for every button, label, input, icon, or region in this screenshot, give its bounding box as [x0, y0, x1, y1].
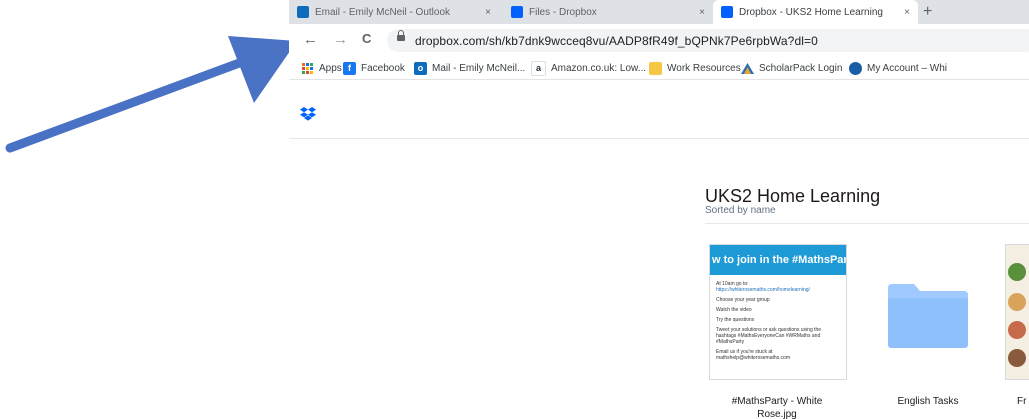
lock-icon — [397, 30, 405, 41]
tab-files-dropbox[interactable]: Files - Dropbox × — [503, 0, 713, 24]
bookmark-label: Mail - Emily McNeil... — [432, 62, 526, 74]
bookmark-scholarpack[interactable]: ScholarPack Login — [741, 60, 842, 76]
close-icon[interactable]: × — [904, 7, 910, 18]
outlook-icon — [297, 6, 309, 18]
amazon-icon: a — [531, 60, 546, 76]
bookmark-my-account[interactable]: My Account – Whi — [849, 60, 947, 76]
photo-thumbnail — [1008, 263, 1026, 281]
apps-grid-icon — [301, 62, 314, 75]
scholarpack-icon — [741, 62, 754, 75]
bookmark-amazon[interactable]: a Amazon.co.uk: Low... — [531, 60, 646, 76]
facebook-icon: f — [343, 61, 356, 75]
folder-icon[interactable] — [886, 282, 970, 350]
bookmark-mail[interactable]: o Mail - Emily McNeil... — [414, 60, 525, 76]
browser-toolbar: ← → C dropbox.com/sh/kb7dnk9wcceq8vu/AAD… — [289, 24, 1029, 57]
thumbnail-text: Choose your year group — [716, 297, 770, 303]
photo-thumbnail — [1008, 321, 1026, 339]
file-thumbnail-mathsparty[interactable]: w to join in the #MathsParty At 10am go … — [709, 244, 847, 380]
tab-uks2-home-learning[interactable]: Dropbox - UKS2 Home Learning × — [713, 0, 918, 24]
tab-label: Dropbox - UKS2 Home Learning — [739, 6, 883, 18]
bookmarks-bar: Apps f Facebook o Mail - Emily McNeil...… — [289, 57, 1029, 80]
tab-strip: Email - Emily McNeil - Outlook × Files -… — [289, 0, 1029, 24]
photo-thumbnail — [1008, 293, 1026, 311]
url-text[interactable]: dropbox.com/sh/kb7dnk9wcceq8vu/AADP8fR49… — [415, 34, 818, 48]
thumbnail-text: Watch the video — [716, 307, 752, 313]
thumbnail-text: Try the questions — [716, 317, 755, 323]
folder-icon — [649, 61, 662, 75]
bookmark-label: ScholarPack Login — [759, 62, 843, 74]
close-icon[interactable]: × — [485, 7, 491, 18]
reload-button[interactable]: C — [362, 31, 371, 46]
dropbox-header — [289, 80, 1029, 139]
bookmark-work-resources[interactable]: Work Resources — [649, 60, 741, 76]
account-icon — [849, 61, 862, 75]
thumbnail-text: Tweet your solutions or ask questions us… — [716, 327, 822, 345]
tab-label: Files - Dropbox — [529, 6, 597, 18]
photo-thumbnail — [1008, 349, 1026, 367]
divider — [705, 223, 1029, 224]
bookmark-apps[interactable]: Apps — [301, 60, 342, 76]
tab-outlook[interactable]: Email - Emily McNeil - Outlook × — [289, 0, 499, 24]
shared-folder-view: UKS2 Home Learning Sorted by name w to j… — [289, 139, 1029, 419]
browser-screenshot: Email - Emily McNeil - Outlook × Files -… — [289, 0, 1029, 419]
address-bar[interactable]: dropbox.com/sh/kb7dnk9wcceq8vu/AADP8fR49… — [387, 29, 1029, 52]
bookmark-label: Work Resources — [667, 62, 741, 74]
page-title: UKS2 Home Learning — [705, 186, 881, 206]
new-tab-button[interactable]: + — [923, 3, 932, 21]
forward-button[interactable]: → — [333, 31, 348, 48]
tab-label: Email - Emily McNeil - Outlook — [315, 6, 451, 18]
bookmark-label: Facebook — [361, 62, 405, 74]
close-icon[interactable]: × — [699, 7, 705, 18]
bookmark-label: Amazon.co.uk: Low... — [551, 62, 647, 74]
file-name-partial[interactable]: Fr — [1017, 395, 1029, 408]
outlook-icon: o — [414, 61, 427, 75]
sort-label[interactable]: Sorted by name — [705, 205, 776, 216]
thumbnail-text: https://whiterosemaths.com/homelearning/ — [716, 287, 810, 293]
file-thumbnail-partial[interactable] — [1005, 244, 1029, 380]
dropbox-logo-icon[interactable] — [300, 107, 316, 121]
bookmark-facebook[interactable]: f Facebook — [343, 60, 405, 76]
bookmark-label: Apps — [319, 62, 342, 74]
file-name-english-tasks[interactable]: English Tasks — [869, 395, 987, 408]
dropbox-icon — [721, 6, 733, 18]
dropbox-icon — [511, 6, 523, 18]
thumbnail-text: Email us if you're stuck at mathshelp@wh… — [716, 349, 790, 361]
thumbnail-banner: w to join in the #MathsParty — [710, 245, 846, 275]
back-button[interactable]: ← — [303, 31, 318, 48]
bookmark-label: My Account – Whi — [867, 62, 948, 74]
file-name-mathsparty[interactable]: #MathsParty - White Rose.jpg — [715, 395, 839, 419]
